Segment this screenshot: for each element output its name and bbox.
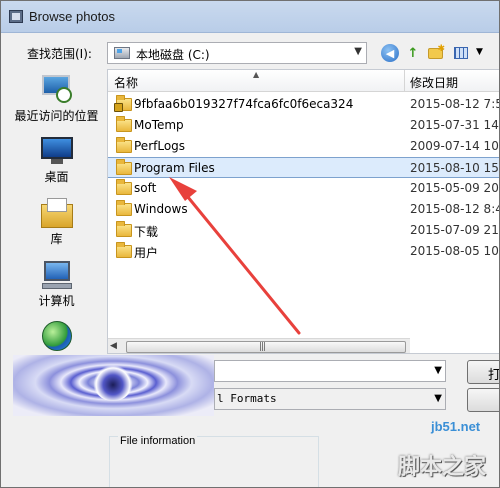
- file-row[interactable]: 下载 2015-07-09 21:: [108, 220, 500, 241]
- file-name: soft: [134, 181, 157, 195]
- file-date: 2015-05-09 20:: [410, 181, 500, 195]
- view-grid-icon: [454, 47, 468, 59]
- file-name: Windows: [134, 202, 188, 216]
- recent-places-icon: [42, 75, 72, 103]
- folder-icon: [116, 242, 132, 258]
- file-date: 2009-07-14 10:: [410, 139, 500, 153]
- computer-icon: [42, 261, 72, 291]
- folder-icon: [116, 137, 132, 153]
- file-type-dropdown[interactable]: l Formats ▼: [214, 388, 446, 410]
- libraries-icon: [41, 198, 73, 228]
- file-date: 2015-07-31 14:3: [410, 118, 499, 132]
- file-row[interactable]: PerfLogs 2009-07-14 10:: [108, 136, 500, 157]
- cancel-button[interactable]: [467, 388, 499, 412]
- file-information-group: File information: [109, 435, 319, 487]
- chevron-down-icon: ▼: [354, 46, 362, 57]
- folder-icon: [116, 200, 132, 216]
- look-in-label: 查找范围(I):: [27, 47, 92, 61]
- watermark-brand: 脚本之家: [398, 455, 487, 480]
- folder-icon: [116, 116, 132, 132]
- place-libraries-label: 库: [50, 232, 63, 246]
- horizontal-scrollbar[interactable]: ◀ |||: [108, 338, 410, 353]
- open-button[interactable]: 打: [467, 360, 500, 384]
- folder-icon: [116, 221, 132, 237]
- file-name-dropdown[interactable]: ▼: [214, 360, 446, 382]
- look-in-dropdown[interactable]: 本地磁盘 (C:) ▼: [107, 42, 367, 64]
- file-date: 2015-08-05 10:: [410, 244, 500, 258]
- file-date: 2015-08-10 15:0: [410, 161, 499, 175]
- drive-icon: [114, 47, 130, 59]
- chevron-down-icon: ▼: [434, 365, 442, 376]
- scroll-left-icon[interactable]: ◀: [110, 341, 117, 351]
- view-chevron-icon[interactable]: ▼: [476, 47, 483, 57]
- file-row[interactable]: Windows 2015-08-12 8:4: [108, 199, 500, 220]
- chevron-down-icon: ▼: [434, 393, 442, 404]
- open-button-label: 打: [488, 368, 500, 383]
- scrollbar-thumb[interactable]: |||: [126, 341, 406, 353]
- file-date: 2015-07-09 21:: [410, 223, 500, 237]
- up-folder-button[interactable]: ↑: [404, 44, 422, 62]
- title-bar: Browse photos: [1, 1, 499, 33]
- file-row[interactable]: 9fbfaa6b019327f74fca6fc0f6eca324 2015-08…: [108, 94, 499, 115]
- file-row[interactable]: MoTemp 2015-07-31 14:3: [108, 115, 499, 136]
- view-menu-button[interactable]: [449, 44, 473, 62]
- new-folder-button[interactable]: ✱: [426, 44, 445, 62]
- place-computer-label: 计算机: [38, 294, 75, 308]
- look-in-value: 本地磁盘 (C:): [136, 48, 210, 62]
- back-arrow-icon: ◀: [385, 46, 395, 60]
- browse-photos-dialog: Browse photos 查找范围(I): 本地磁盘 (C:) ▼ ◀ ↑ ✱…: [0, 0, 500, 488]
- folder-icon: [116, 179, 132, 195]
- file-row[interactable]: soft 2015-05-09 20:: [108, 178, 500, 199]
- file-name: Program Files: [134, 161, 215, 175]
- column-name-header[interactable]: 名称: [114, 74, 138, 91]
- column-header: 名称 ▲ 修改日期: [108, 70, 499, 92]
- place-recent-label: 最近访问的位置: [14, 109, 99, 123]
- file-row[interactable]: 用户 2015-08-05 10:: [108, 241, 500, 262]
- sort-ascending-icon: ▲: [253, 70, 260, 79]
- file-type-value: l Formats: [217, 392, 277, 405]
- app-icon: [9, 10, 23, 23]
- file-name: MoTemp: [134, 118, 184, 132]
- desktop-icon: [41, 137, 73, 165]
- column-divider[interactable]: [404, 70, 405, 92]
- scroll-grip-icon: |||: [259, 342, 266, 352]
- file-name: 9fbfaa6b019327f74fca6fc0f6eca324: [134, 97, 354, 111]
- place-desktop-label: 桌面: [44, 170, 69, 184]
- file-row-selected[interactable]: Program Files 2015-08-10 15:0: [108, 157, 499, 178]
- file-list[interactable]: 名称 ▲ 修改日期 9fbfaa6b019327f74fca6fc0f6eca3…: [107, 69, 500, 354]
- window-title: Browse photos: [29, 9, 115, 24]
- file-date: 2015-08-12 8:4: [410, 202, 500, 216]
- back-button[interactable]: ◀: [381, 44, 399, 62]
- folder-icon: [116, 159, 132, 175]
- places-bar: 最近访问的位置 桌面 库 计算机: [9, 69, 104, 354]
- file-name: PerfLogs: [134, 139, 186, 153]
- new-folder-icon: ✱: [427, 44, 445, 59]
- column-date-header[interactable]: 修改日期: [410, 74, 458, 91]
- network-globe-icon: [42, 321, 72, 351]
- file-name: 下载: [134, 225, 159, 239]
- locked-folder-icon: [114, 95, 132, 112]
- file-date: 2015-08-12 7:56: [410, 97, 499, 111]
- file-information-label: File information: [118, 435, 198, 447]
- watermark-site: jb51.net: [431, 419, 481, 434]
- image-preview: [13, 355, 214, 416]
- file-name: 用户: [134, 246, 159, 260]
- up-arrow-icon: ↑: [407, 45, 419, 61]
